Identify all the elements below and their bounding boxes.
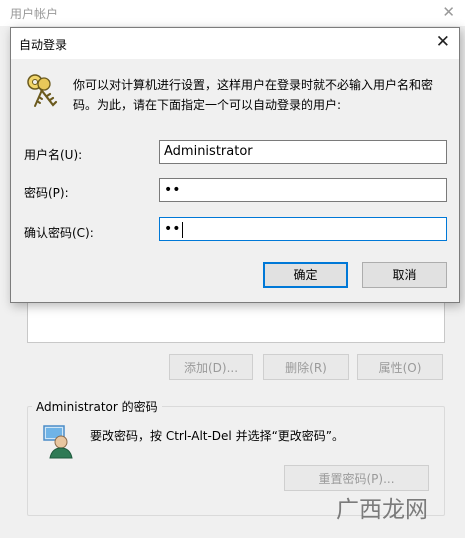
password-value: ••: [164, 182, 181, 198]
confirm-password-value: ••: [164, 221, 181, 237]
auto-login-titlebar: 自动登录 ✕: [11, 28, 459, 59]
auto-login-description: 你可以对计算机进行设置，这样用户在登录时就不必输入用户名和密码。为此，请在下面指…: [73, 78, 434, 112]
add-button[interactable]: 添加(D)...: [169, 354, 253, 380]
dialog-close-icon[interactable]: ✕: [436, 32, 450, 52]
user-icon: [43, 425, 73, 459]
username-value: Administrator: [164, 144, 253, 159]
auto-login-dialog: 自动登录 ✕ 你可以对计算机进行设置，这样用户在登录时就不必输入用户名和密码。为…: [10, 27, 460, 303]
user-accounts-title: 用户帐户: [10, 7, 59, 21]
text-caret: [181, 221, 183, 238]
properties-button[interactable]: 属性(O): [357, 354, 443, 380]
ok-button[interactable]: 确定: [263, 262, 348, 288]
keys-icon: [27, 74, 58, 107]
user-accounts-close-icon[interactable]: ✕: [442, 3, 455, 21]
watermark-text: 广西龙网: [336, 497, 428, 523]
password-input[interactable]: ••: [159, 178, 447, 202]
password-label: 密码(P):: [24, 186, 69, 200]
confirm-password-input[interactable]: ••: [159, 217, 447, 241]
password-group-legend: Administrator 的密码: [32, 398, 162, 415]
reset-password-button[interactable]: 重置密码(P)...: [284, 465, 429, 491]
watermark-logo: 广西龙网: [336, 497, 428, 523]
username-input[interactable]: Administrator: [159, 140, 447, 164]
remove-button[interactable]: 删除(R): [263, 354, 349, 380]
user-accounts-titlebar: 用户帐户 ✕: [0, 0, 465, 26]
user-list[interactable]: [27, 300, 445, 343]
confirm-password-label: 确认密码(C):: [24, 226, 94, 240]
change-password-message: 要改密码，按 Ctrl-Alt-Del 并选择“更改密码”。: [90, 429, 345, 443]
auto-login-title: 自动登录: [19, 38, 68, 52]
cancel-button[interactable]: 取消: [362, 262, 447, 288]
username-label: 用户名(U):: [24, 148, 83, 162]
